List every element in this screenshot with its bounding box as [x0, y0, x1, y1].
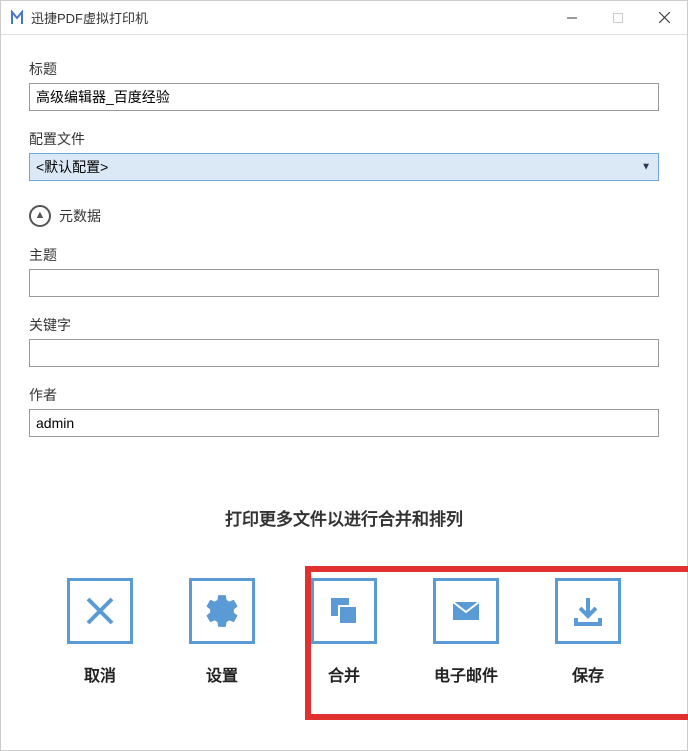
cancel-icon	[67, 578, 133, 644]
subject-field-group: 主题	[29, 245, 659, 297]
config-select-wrap: ▼	[29, 153, 659, 181]
app-window: 迅捷PDF虚拟打印机 标题 配置文件 ▼	[0, 0, 688, 751]
email-icon	[433, 578, 499, 644]
chevron-up-icon: ▲	[29, 205, 51, 227]
maximize-button[interactable]	[595, 2, 641, 34]
cancel-label: 取消	[84, 662, 116, 686]
email-button[interactable]: 电子邮件	[411, 578, 521, 686]
metadata-toggle[interactable]: ▲ 元数据	[29, 205, 659, 227]
config-label: 配置文件	[29, 129, 659, 149]
keywords-input[interactable]	[29, 339, 659, 367]
keywords-label: 关键字	[29, 315, 659, 335]
keywords-field-group: 关键字	[29, 315, 659, 367]
title-label: 标题	[29, 59, 659, 79]
email-label: 电子邮件	[434, 662, 498, 686]
cancel-button[interactable]: 取消	[45, 578, 155, 686]
download-icon	[555, 578, 621, 644]
window-title: 迅捷PDF虚拟打印机	[31, 8, 549, 27]
app-icon	[9, 10, 25, 26]
merge-button[interactable]: 合并	[289, 578, 399, 686]
merge-label: 合并	[328, 662, 360, 686]
content-area: 标题 配置文件 ▼ ▲ 元数据 主题 关键字 作者	[1, 35, 687, 750]
minimize-button[interactable]	[549, 2, 595, 34]
author-field-group: 作者	[29, 385, 659, 437]
subject-label: 主题	[29, 245, 659, 265]
settings-label: 设置	[206, 662, 238, 686]
titlebar: 迅捷PDF虚拟打印机	[1, 1, 687, 35]
subject-input[interactable]	[29, 269, 659, 297]
close-button[interactable]	[641, 2, 687, 34]
author-input[interactable]	[29, 409, 659, 437]
minimize-icon	[567, 13, 577, 23]
metadata-label: 元数据	[59, 206, 101, 226]
config-field-group: 配置文件 ▼	[29, 129, 659, 181]
action-bar: 取消 设置 合并	[29, 578, 659, 710]
merge-icon	[311, 578, 377, 644]
maximize-icon	[613, 13, 623, 23]
settings-button[interactable]: 设置	[167, 578, 277, 686]
config-select[interactable]	[29, 153, 659, 181]
window-controls	[549, 2, 687, 34]
gear-icon	[189, 578, 255, 644]
hint-text: 打印更多文件以进行合并和排列	[29, 505, 659, 530]
close-icon	[659, 12, 670, 23]
save-label: 保存	[572, 662, 604, 686]
save-button[interactable]: 保存	[533, 578, 643, 686]
author-label: 作者	[29, 385, 659, 405]
title-input[interactable]	[29, 83, 659, 111]
title-field-group: 标题	[29, 59, 659, 111]
